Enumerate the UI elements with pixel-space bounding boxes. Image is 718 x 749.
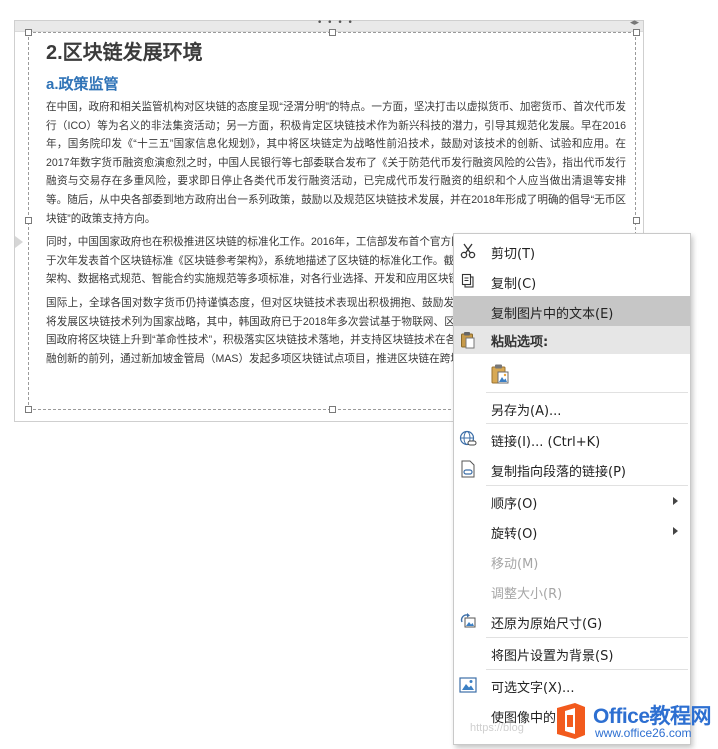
submenu-arrow-icon: [673, 497, 678, 505]
office-logo-icon: [553, 702, 589, 740]
paste-options-header: 粘贴选项:: [454, 326, 690, 354]
move-grip-icon[interactable]: • • • •: [317, 18, 354, 28]
menu-item-copy-link-to-paragraph[interactable]: 复制指向段落的链接(P): [454, 454, 690, 484]
document-heading: 2.区块链发展环境: [46, 42, 203, 64]
document-paragraph: 在中国，政府和相关监管机构对区块链的态度呈现“泾渭分明”的特点。一方面，坚决打击…: [46, 101, 626, 225]
scissors-icon: [458, 241, 478, 261]
menu-item-order[interactable]: 顺序(O): [454, 486, 690, 516]
menu-item-rotate[interactable]: 旋转(O): [454, 516, 690, 546]
menu-item-set-as-background[interactable]: 将图片设置为背景(S): [454, 638, 690, 668]
menu-item-save-as[interactable]: 另存为(A)...: [454, 393, 690, 423]
alt-text-icon: [458, 675, 478, 695]
resize-handle-top-left[interactable]: [25, 29, 32, 36]
copy-icon: [458, 271, 478, 291]
anchor-arrow-icon: [15, 236, 23, 248]
blog-watermark: https://blog: [470, 722, 524, 734]
resize-handle-bottom[interactable]: [329, 406, 336, 413]
resize-handle-right[interactable]: [633, 217, 640, 224]
resize-arrows-icon[interactable]: ◂▸: [630, 18, 639, 28]
menu-item-alt-text[interactable]: 可选文字(X)...: [454, 670, 690, 700]
reset-size-icon: [458, 611, 478, 631]
resize-handle-left[interactable]: [25, 217, 32, 224]
menu-item-resize: 调整大小(R): [491, 587, 563, 602]
resize-handle-bottom-left[interactable]: [25, 406, 32, 413]
submenu-arrow-icon: [673, 527, 678, 535]
menu-item-link[interactable]: 链接(I)... (Ctrl+K): [454, 424, 690, 454]
clipboard-icon: [458, 330, 478, 350]
watermark-url: www.office26.com: [595, 726, 692, 740]
menu-item-move: 移动(M): [491, 557, 539, 572]
context-menu: 剪切(T) 复制(C) 复制图片中的文本(E) 粘贴选项: 另存为(A)... …: [453, 233, 691, 745]
resize-handle-top-right[interactable]: [633, 29, 640, 36]
paste-picture-icon: [490, 364, 510, 384]
menu-item-copy-text-from-picture[interactable]: 复制图片中的文本(E): [454, 296, 690, 326]
menu-item-copy[interactable]: 复制(C): [454, 266, 690, 296]
globe-link-icon: [458, 429, 478, 449]
menu-item-cut[interactable]: 剪切(T): [454, 236, 690, 266]
document-link-icon: [458, 459, 478, 479]
menu-item-paste-picture[interactable]: [454, 358, 690, 390]
resize-handle-top[interactable]: [329, 29, 336, 36]
site-watermark: Office教程网 www.office26.com: [553, 700, 713, 744]
menu-item-reset-size[interactable]: 还原为原始尺寸(G): [454, 606, 690, 636]
document-subheading: a.政策监管: [46, 76, 119, 93]
